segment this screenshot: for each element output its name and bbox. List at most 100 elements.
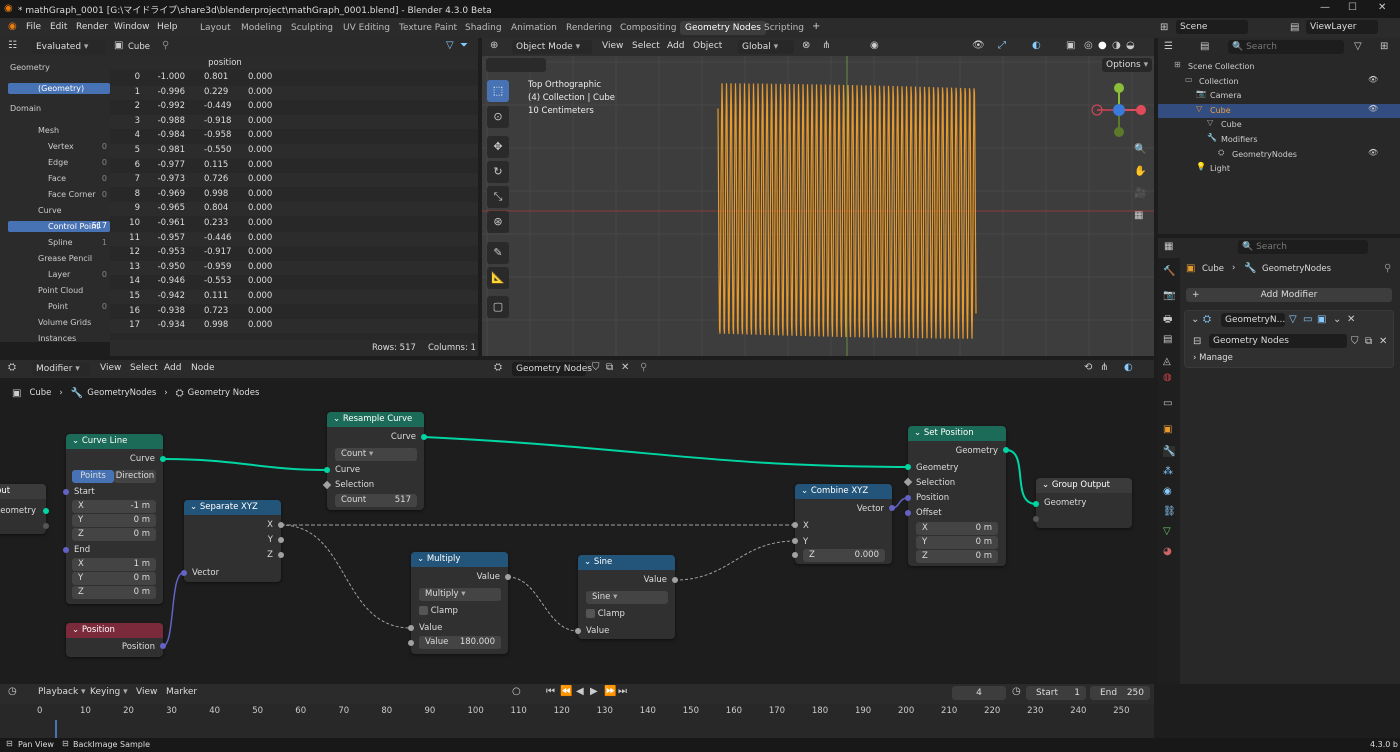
node-multiply[interactable]: ⌄ Multiply Value Multiply Clamp Value Va…: [411, 552, 508, 654]
view-layer-tab-icon[interactable]: ▤: [1163, 334, 1172, 345]
jump-keyframe-back-icon[interactable]: ⏪: [560, 686, 572, 697]
sine-operation-dropdown[interactable]: Sine: [586, 591, 668, 604]
socket-z-in[interactable]: [792, 552, 798, 558]
xray-icon[interactable]: ▣: [1066, 40, 1075, 51]
properties-editor-icon[interactable]: ▦: [1164, 241, 1173, 252]
transform-tool[interactable]: ⊛: [487, 211, 509, 233]
socket-vector-out[interactable]: [889, 505, 895, 511]
node-menu-select[interactable]: Select: [130, 363, 158, 373]
tab-rendering[interactable]: Rendering: [561, 21, 617, 35]
node-menu-add[interactable]: Add: [164, 363, 181, 373]
socket-start-in[interactable]: [63, 489, 69, 495]
node-set-position[interactable]: ⌄ Set Position Geometry Geometry Selecti…: [908, 426, 1006, 566]
domain-spline[interactable]: Spline: [48, 238, 73, 247]
node-tree-type-icon[interactable]: ⛭: [494, 362, 502, 373]
node-tree-selector[interactable]: Geometry Nodes: [512, 362, 592, 376]
socket-geometry-out[interactable]: [43, 508, 49, 514]
socket-z-out[interactable]: [278, 552, 284, 558]
socket-geometry-out[interactable]: [1003, 447, 1009, 453]
end-frame-field[interactable]: End 250: [1090, 686, 1150, 700]
visibility-toggle-icon[interactable]: 👁: [1368, 104, 1378, 113]
viewport-menu-select[interactable]: Select: [632, 41, 660, 51]
pivot-icon[interactable]: ⊗: [802, 40, 810, 51]
socket-value-in[interactable]: [408, 625, 414, 631]
spreadsheet-editor-icon[interactable]: ☷: [8, 40, 17, 51]
select-mode-buttons[interactable]: [486, 58, 546, 72]
evaluation-mode-dropdown[interactable]: Evaluated: [32, 40, 106, 54]
visibility-icon[interactable]: 👁: [972, 40, 985, 51]
tab-animation[interactable]: Animation: [506, 21, 562, 35]
node-combine-xyz[interactable]: ⌄ Combine XYZ Vector X Y Z 0.000: [795, 484, 892, 564]
domain-section-label[interactable]: Domain: [10, 104, 41, 113]
start-frame-field[interactable]: Start 1: [1026, 686, 1086, 700]
socket-end-in[interactable]: [63, 547, 69, 553]
pan-hand-icon[interactable]: ✋: [1134, 166, 1146, 177]
duplicate-icon[interactable]: ⧉: [1365, 336, 1372, 347]
end-x-field[interactable]: X1 m: [72, 558, 156, 571]
node-group-field[interactable]: Geometry Nodes: [1209, 334, 1347, 348]
playback-menu[interactable]: Playback: [38, 687, 86, 697]
node-curve-line[interactable]: ⌄ Curve Line Curve Points Direction Star…: [66, 434, 163, 604]
viewport-menu-add[interactable]: Add: [667, 41, 684, 51]
node-menu-view[interactable]: View: [100, 363, 121, 373]
current-frame-field[interactable]: 4: [952, 686, 1006, 700]
node-editor-canvas[interactable]: ▣ Cube › 🔧 GeometryNodes › ⛭ Geometry No…: [0, 378, 1154, 682]
move-tool[interactable]: ✥: [487, 136, 509, 158]
socket-x-out[interactable]: [278, 522, 284, 528]
jump-end-icon[interactable]: ⏭: [618, 686, 627, 697]
properties-search[interactable]: 🔍 Search: [1238, 240, 1368, 254]
start-z-field[interactable]: Z0 m: [72, 528, 156, 541]
domain-vertex[interactable]: Vertex: [48, 142, 74, 151]
outliner-filter-icon[interactable]: ▽: [1354, 41, 1362, 52]
node-sine[interactable]: ⌄ Sine Value Sine Clamp Value: [578, 555, 675, 639]
count-field[interactable]: Count 517: [335, 494, 417, 507]
tab-geometry-nodes[interactable]: Geometry Nodes: [680, 21, 766, 35]
socket-vector-in[interactable]: [181, 570, 187, 576]
close-icon[interactable]: ✕: [1378, 2, 1386, 13]
node-position[interactable]: ⌄ Position Position: [66, 623, 163, 657]
socket-value-in-2[interactable]: [408, 640, 414, 646]
menu-help[interactable]: Help: [157, 22, 178, 32]
add-modifier-button[interactable]: + Add Modifier: [1186, 288, 1392, 302]
node-fake-user-icon[interactable]: ⛉: [592, 362, 600, 373]
domain-face-corner[interactable]: Face Corner: [48, 190, 96, 199]
view-layer-selector[interactable]: ViewLayer: [1306, 20, 1378, 34]
auto-key-icon[interactable]: ○: [512, 686, 521, 697]
math-operation-dropdown[interactable]: Multiply: [419, 588, 501, 601]
outliner-editor-icon[interactable]: ☰: [1164, 41, 1173, 52]
viewport-editor-icon[interactable]: ⊕: [490, 40, 498, 51]
blender-menu-icon[interactable]: ◉: [8, 21, 17, 32]
viewport-menu-view[interactable]: View: [602, 41, 623, 51]
socket-position-in[interactable]: [905, 495, 911, 501]
unlink-icon[interactable]: ✕: [1379, 336, 1387, 347]
camera-view-icon[interactable]: 🎥: [1134, 188, 1146, 199]
scene-icon[interactable]: ⊞: [1160, 22, 1168, 33]
clamp-checkbox[interactable]: Clamp: [419, 606, 458, 616]
start-x-field[interactable]: X -1 m: [72, 500, 156, 513]
domain-edge[interactable]: Edge: [48, 158, 68, 167]
domain-instances[interactable]: Instances: [38, 334, 76, 342]
outliner-search[interactable]: 🔍 Search: [1228, 40, 1344, 54]
scale-tool[interactable]: ⤡: [487, 186, 509, 208]
keying-menu[interactable]: Keying: [90, 687, 128, 697]
socket-y-out[interactable]: [278, 537, 284, 543]
socket-geometry-in[interactable]: [905, 464, 911, 470]
socket-offset-in[interactable]: [905, 510, 911, 516]
options-dropdown[interactable]: Options: [1102, 58, 1153, 72]
modifier-name-field[interactable]: GeometryN...: [1221, 313, 1285, 327]
navigation-gizmo[interactable]: [1089, 80, 1149, 140]
socket-x-in[interactable]: [792, 522, 798, 528]
object-tab-icon[interactable]: ▣: [1163, 424, 1172, 435]
menu-render[interactable]: Render: [76, 22, 108, 32]
node-context-dropdown[interactable]: Modifier: [32, 362, 90, 376]
socket-value-out[interactable]: [672, 577, 678, 583]
scene-selector[interactable]: Scene: [1176, 20, 1248, 34]
play-icon[interactable]: ▶: [590, 686, 598, 697]
node-overlay-icon[interactable]: ◐: [1124, 362, 1133, 373]
cursor-tool[interactable]: ⊙: [487, 106, 509, 128]
geometry-section-label[interactable]: Geometry: [10, 63, 50, 72]
annotate-tool[interactable]: ✎: [487, 242, 509, 264]
domain-point[interactable]: Point: [48, 302, 68, 311]
socket-value-in[interactable]: [575, 628, 581, 634]
outliner-item[interactable]: 💡 Light: [1158, 162, 1400, 176]
